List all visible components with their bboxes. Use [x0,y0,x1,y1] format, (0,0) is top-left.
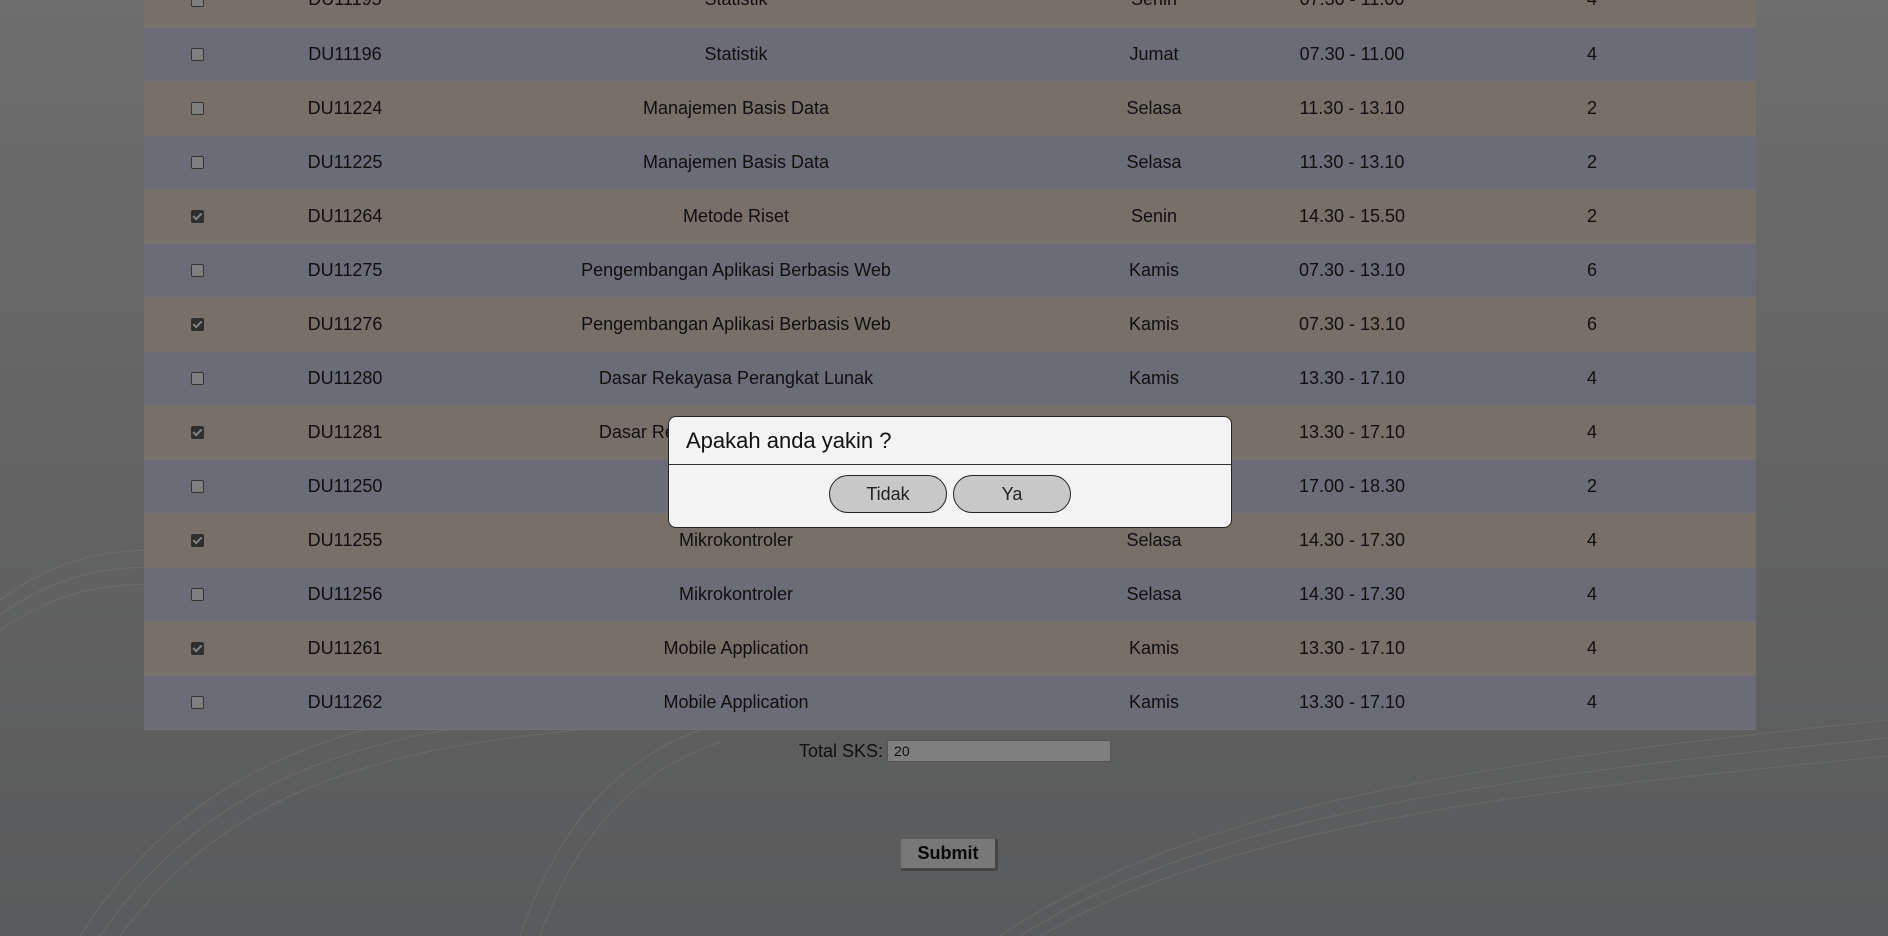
confirm-dialog: Apakah anda yakin ? Tidak Ya [668,416,1232,528]
yes-button[interactable]: Ya [953,475,1071,513]
dialog-title: Apakah anda yakin ? [669,417,1231,465]
no-button[interactable]: Tidak [829,475,947,513]
dialog-actions: Tidak Ya [669,465,1231,513]
